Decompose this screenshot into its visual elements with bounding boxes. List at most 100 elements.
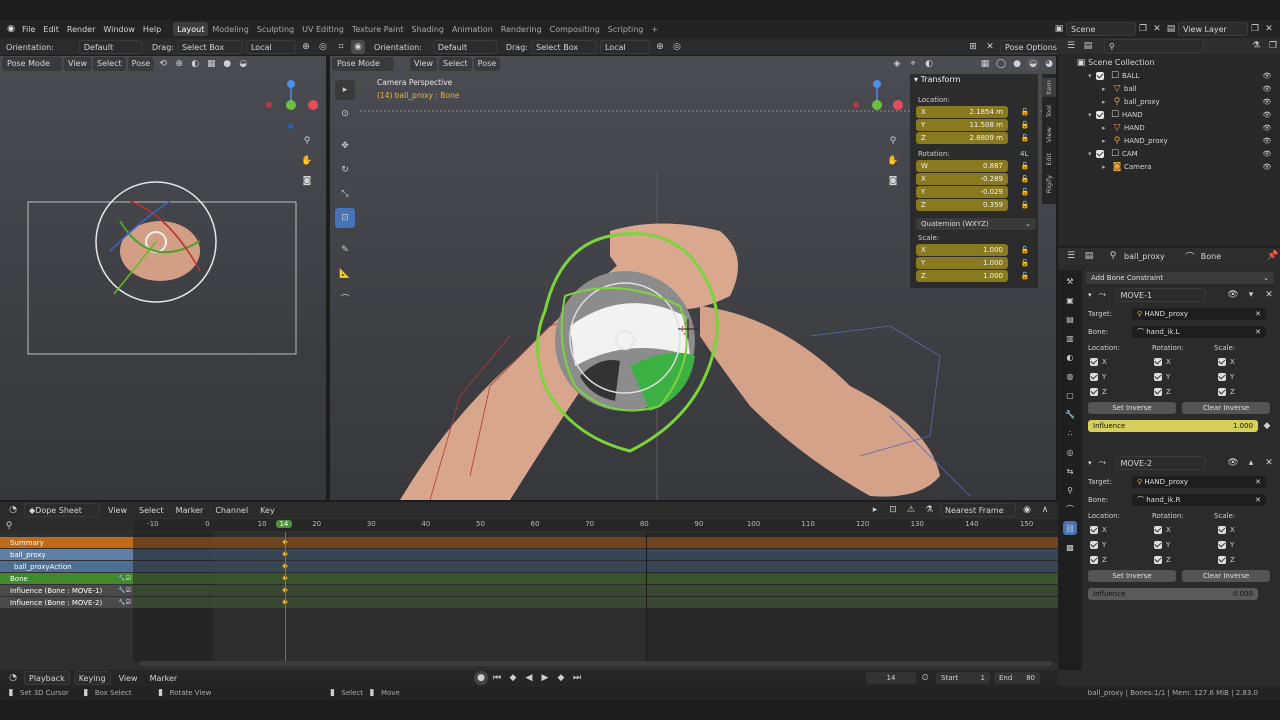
constraint-delete-icon[interactable]: ✕ [1262, 456, 1276, 470]
tab-sculpting[interactable]: Sculpting [253, 22, 298, 36]
keyframe-decorator-icon[interactable]: ◆ [1260, 419, 1274, 433]
lock-icon[interactable]: 🔓 [1018, 243, 1032, 257]
tool-scale-icon[interactable]: ⤡ [335, 184, 355, 204]
exclude-checkbox[interactable] [1096, 71, 1104, 80]
clear-target-icon[interactable]: ✕ [1255, 478, 1261, 486]
sidebar-tab-tool[interactable]: Tool [1042, 103, 1056, 120]
expand-arrow-icon[interactable]: ▸ [1102, 98, 1110, 106]
transform-orientation-dropdown-2[interactable]: Local [599, 40, 650, 54]
visibility-eye-icon[interactable]: 👁 [1260, 95, 1274, 109]
rotation-x-field[interactable]: X -0.289 [916, 173, 1008, 185]
expand-arrow-icon[interactable]: ▸ [1102, 137, 1110, 145]
constraint-move-icon[interactable]: ▾ [1244, 288, 1258, 302]
rotation-x-checkbox[interactable]: X [1154, 358, 1171, 366]
rotation-y-checkbox[interactable]: Y [1154, 541, 1170, 549]
sidebar-tab-view[interactable]: View [1042, 125, 1056, 144]
channel-ball-proxyaction[interactable]: ball_proxyAction [0, 561, 133, 572]
left-select-menu[interactable]: Select [92, 56, 126, 71]
main-camera-icon[interactable]: ◙ [886, 174, 900, 188]
tab-shading[interactable]: Shading [407, 22, 448, 36]
props-tab-output-icon[interactable]: ▤ [1063, 312, 1077, 326]
play-reverse-icon[interactable]: ◀ [522, 671, 536, 685]
lock-icon[interactable]: 🔓 [1018, 198, 1032, 212]
clear-bone-icon[interactable]: ✕ [1255, 496, 1261, 504]
channel-search-box[interactable]: ⚲ [0, 519, 133, 531]
location-z-checkbox[interactable]: Z [1090, 388, 1107, 396]
frame-ruler[interactable]: -10 0 10 14 20 30 40 50 60 70 80 90 100 110 120 130 140 1… [133, 519, 1058, 531]
sidebar-tab-rigify[interactable]: Rigify [1042, 173, 1056, 195]
keyframe-area[interactable] [133, 532, 1058, 662]
tool-select-icon[interactable]: ⌗ [334, 40, 348, 54]
proportional-icon[interactable]: ◎ [316, 40, 330, 54]
main-3d-viewport[interactable]: Pose Mode View Select Pose ◈ ⌖ ◐ ▦ ◯ ● ◒… [330, 56, 1056, 500]
rotation-z-field[interactable]: Z 0.359 [916, 199, 1008, 211]
scale-z-checkbox[interactable]: Z [1218, 556, 1235, 564]
rotation-x-checkbox[interactable]: X [1154, 526, 1171, 534]
tab-modeling[interactable]: Modeling [208, 22, 252, 36]
scene-icon[interactable]: ▣ [1052, 22, 1066, 36]
lock-icon[interactable]: 🔓 [1018, 131, 1032, 145]
channel-bone[interactable]: Bone 🔧☑ [0, 573, 133, 584]
outliner-search-input[interactable]: ⚲ [1104, 39, 1204, 53]
scale-z-checkbox[interactable]: Z [1218, 388, 1235, 396]
left-overlay-icon[interactable]: ◐ [188, 57, 202, 71]
outliner-item-ball[interactable]: ▸ ▽ ball 👁 [1058, 82, 1280, 95]
dopesheet-view-menu[interactable]: View [104, 503, 131, 517]
outliner-item-ball[interactable]: ▾ ☐ BALL 👁 [1058, 69, 1280, 82]
end-frame-field[interactable]: End 80 [994, 672, 1040, 684]
location-z-field[interactable]: Z 2.8809 m [916, 132, 1008, 144]
show-hidden-icon[interactable]: ⊡ [886, 503, 900, 517]
current-frame-indicator[interactable]: 14 [275, 520, 292, 528]
props-tab-world-icon[interactable]: ◍ [1063, 369, 1077, 383]
clear-inverse-button[interactable]: Clear Inverse [1182, 570, 1270, 582]
timeline-view-menu[interactable]: View [115, 671, 142, 685]
constraint-move-icon[interactable]: ▴ [1244, 456, 1258, 470]
view-layer-icon[interactable]: ▤ [1164, 22, 1178, 36]
expand-arrow-icon[interactable]: ▾ [1088, 72, 1096, 80]
scene-selector[interactable]: Scene [1066, 22, 1136, 36]
constraint-enable-icon[interactable]: 👁 [1226, 288, 1240, 302]
left-shading-material-icon[interactable]: ◒ [236, 57, 250, 71]
exclude-checkbox[interactable] [1096, 149, 1104, 158]
blender-logo-icon[interactable]: ◉ [4, 22, 18, 36]
clear-bone-icon[interactable]: ✕ [1255, 328, 1261, 336]
expand-arrow-icon[interactable]: ▸ [1102, 163, 1110, 171]
record-icon[interactable]: ● [474, 671, 488, 685]
sidebar-tab-edit[interactable]: Edit [1042, 151, 1056, 168]
prev-key-icon[interactable]: ◆ [506, 671, 520, 685]
rotation-y-field[interactable]: Y -0.029 [916, 186, 1008, 198]
lock-icon[interactable]: 🔓 [1018, 159, 1032, 173]
channel-toggle-icons[interactable]: 🔧☑ [118, 587, 131, 594]
active-tool-icon[interactable]: ◉ [351, 40, 365, 54]
start-frame-field[interactable]: Start 1 [936, 672, 990, 684]
outliner-display-mode-icon[interactable]: ▤ [1081, 39, 1095, 53]
expand-arrow-icon[interactable]: ▾ [1088, 150, 1096, 158]
outliner-item-hand[interactable]: ▸ ▽ HAND 👁 [1058, 121, 1280, 134]
outliner-item-hand[interactable]: ▾ ☐ HAND 👁 [1058, 108, 1280, 121]
tool-cursor-icon[interactable]: ⊙ [335, 104, 355, 124]
jump-end-icon[interactable]: ⏭ [570, 671, 584, 685]
current-frame-field[interactable]: 14 [866, 672, 916, 684]
props-tab-view-layer-icon[interactable]: ▥ [1063, 331, 1077, 345]
proportional-edit-icon[interactable]: ◉ [1020, 503, 1034, 517]
preview-range-icon[interactable]: ⏲ [918, 671, 932, 685]
outliner-item-cam[interactable]: ▾ ☐ CAM 👁 [1058, 147, 1280, 160]
view-layer-selector[interactable]: View Layer [1178, 22, 1248, 36]
scale-y-field[interactable]: Y 1.000 [916, 257, 1008, 269]
keying-menu[interactable]: Keying [73, 671, 111, 685]
constraint-name-field[interactable]: MOVE-2 [1115, 456, 1206, 470]
tab-scripting[interactable]: Scripting [604, 22, 648, 36]
properties-pin-icon[interactable]: ▤ [1082, 249, 1096, 263]
snapping-dropdown[interactable]: Nearest Frame [940, 503, 1016, 517]
tool-move-icon[interactable]: ✥ [335, 136, 355, 156]
rotation-mode-dropdown[interactable]: Quaternion (WXYZ) ⌄ [916, 218, 1036, 230]
set-inverse-button[interactable]: Set Inverse [1088, 402, 1176, 414]
tool-measure-icon[interactable]: 📐 [335, 264, 355, 284]
clear-inverse-button[interactable]: Clear Inverse [1182, 402, 1270, 414]
close-options-icon[interactable]: ✕ [983, 40, 997, 54]
subtarget-bone-field[interactable]: ⌒ hand_ik.L ✕ [1132, 326, 1266, 338]
visibility-eye-icon[interactable]: 👁 [1260, 69, 1274, 83]
lock-icon[interactable]: 🔓 [1018, 172, 1032, 186]
transform-orientation-dropdown[interactable]: Local [245, 40, 296, 54]
tool-annotate-icon[interactable]: ✎ [335, 240, 355, 260]
